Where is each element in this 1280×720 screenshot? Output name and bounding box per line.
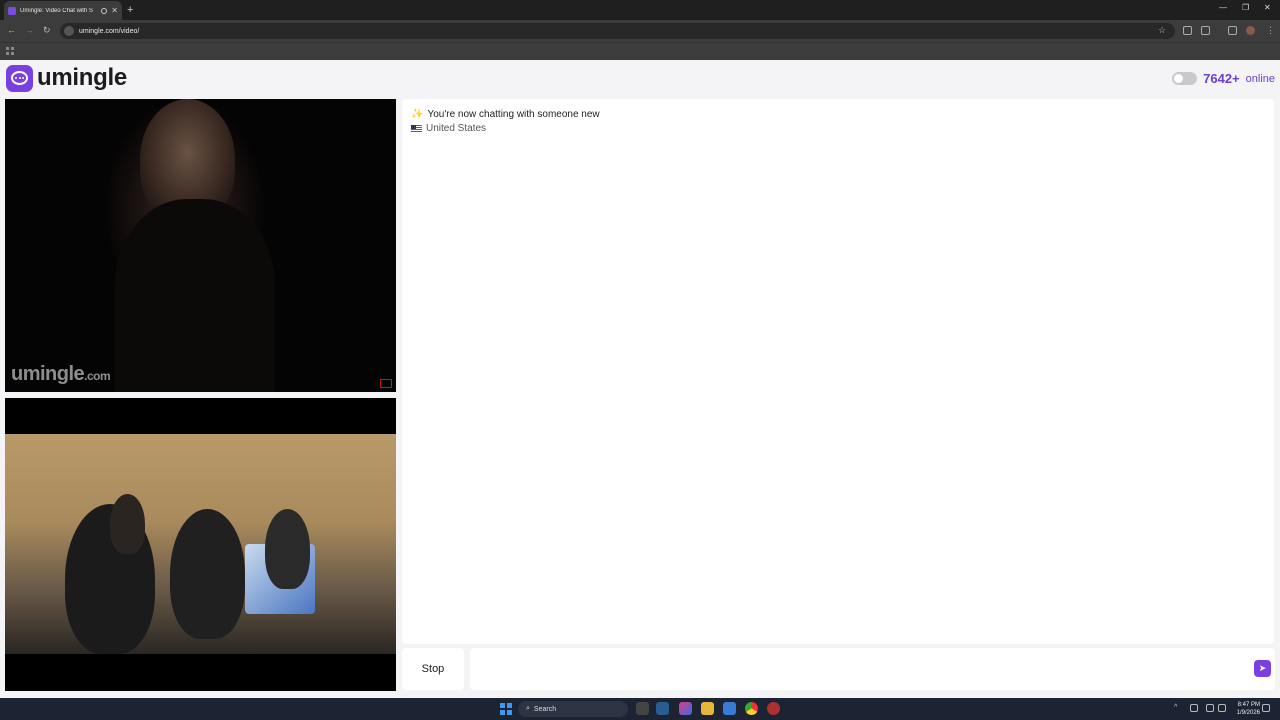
close-window-icon[interactable]: ✕ xyxy=(1264,3,1271,12)
clock-time: 8:47 PM xyxy=(1237,702,1260,708)
browser-tab[interactable]: Umingle: Video Chat with S ✕ xyxy=(4,1,122,20)
umingle-watermark: umingle.com xyxy=(11,363,111,386)
tab-title: Umingle: Video Chat with S xyxy=(20,7,93,14)
mic-icon[interactable] xyxy=(1190,704,1198,712)
task-view-icon[interactable] xyxy=(636,702,649,715)
stranger-body xyxy=(115,199,275,392)
forward-icon[interactable]: → xyxy=(25,25,34,35)
page: umingle 7642+ online umingle.com ✨ You'r… xyxy=(0,60,1280,698)
apps-grid-icon[interactable] xyxy=(6,47,14,55)
person-middle xyxy=(170,509,245,639)
country-message: United States xyxy=(411,123,486,134)
store-icon[interactable] xyxy=(723,702,736,715)
chat-panel: ✨ You're now chatting with someone new U… xyxy=(402,99,1274,644)
steam-icon[interactable] xyxy=(656,702,669,715)
windows-start-icon[interactable] xyxy=(500,703,512,715)
online-label: online xyxy=(1245,72,1275,85)
reload-icon[interactable]: ↻ xyxy=(43,25,51,36)
recording-icon xyxy=(101,7,108,14)
stranger-video: umingle.com xyxy=(5,99,396,392)
stop-button[interactable]: Stop xyxy=(402,648,464,690)
message-input[interactable]: ➤ xyxy=(470,648,1275,690)
chat-bubble-logo-icon xyxy=(6,64,33,92)
bookmarks-bar xyxy=(0,42,1280,60)
taskbar-search-label: Search xyxy=(533,705,557,713)
chrome-icon[interactable] xyxy=(745,702,758,715)
minimize-window-icon[interactable]: — xyxy=(1219,3,1227,12)
self-video xyxy=(5,398,396,691)
person-right xyxy=(265,509,310,589)
volume-icon[interactable] xyxy=(1218,704,1226,712)
watermark-suffix: .com xyxy=(84,369,111,383)
network-icon[interactable] xyxy=(1206,704,1214,712)
app-icon[interactable] xyxy=(767,702,780,715)
send-icon[interactable]: ➤ xyxy=(1254,660,1271,677)
us-flag-icon xyxy=(411,124,422,133)
clock-date: 1/9/2026 xyxy=(1236,710,1260,716)
watermark-main: umingle xyxy=(11,363,85,385)
restore-window-icon[interactable]: ❐ xyxy=(1242,3,1249,12)
site-logo[interactable]: umingle xyxy=(6,64,127,92)
bookmark-star-icon[interactable]: ☆ xyxy=(1158,25,1166,36)
country-text: United States xyxy=(426,123,487,134)
copilot-icon[interactable] xyxy=(679,702,692,715)
browser-toolbar: ← → ↻ umingle.com/video/ ☆ ⋮ xyxy=(0,20,1280,42)
taskbar-search[interactable]: ⌕ Search xyxy=(518,701,628,717)
address-bar[interactable]: umingle.com/video/ xyxy=(60,23,1175,39)
url-text: umingle.com/video/ xyxy=(79,27,140,35)
close-tab-icon[interactable]: ✕ xyxy=(111,6,118,15)
search-icon: ⌕ xyxy=(526,705,530,712)
report-flag-icon[interactable] xyxy=(380,379,392,388)
person-back xyxy=(110,494,145,554)
sparkles-icon: ✨ xyxy=(411,109,424,120)
tray-chevron-icon[interactable]: ^ xyxy=(1174,704,1182,712)
notifications-icon[interactable] xyxy=(1262,704,1270,712)
self-video-frame xyxy=(5,434,396,654)
clock[interactable]: 8:47 PM 1/9/2026 xyxy=(1237,701,1260,717)
theme-toggle[interactable] xyxy=(1172,72,1198,85)
media-icon[interactable] xyxy=(1228,26,1237,35)
os-taskbar: ⌕ Search ^ 8:47 PM 1/9/2026 xyxy=(0,698,1280,720)
site-favicon-icon xyxy=(8,6,16,15)
online-count: 7642+ xyxy=(1203,71,1240,86)
menu-kebab-icon[interactable]: ⋮ xyxy=(1266,25,1275,36)
file-explorer-icon[interactable] xyxy=(701,702,714,715)
site-info-icon[interactable] xyxy=(64,26,74,36)
back-icon[interactable]: ← xyxy=(7,25,16,35)
online-indicator: 7642+ online xyxy=(1172,71,1275,86)
logo-text: umingle xyxy=(37,64,127,91)
cast-icon[interactable] xyxy=(1201,26,1210,35)
system-message-text: You're now chatting with someone new xyxy=(427,109,600,120)
system-message: ✨ You're now chatting with someone new xyxy=(411,109,600,120)
extension-icon[interactable] xyxy=(1183,26,1192,35)
new-tab-button[interactable]: + xyxy=(127,3,133,17)
browser-tab-bar: Umingle: Video Chat with S ✕ + — ❐ ✕ xyxy=(0,0,1280,20)
profile-avatar-icon[interactable] xyxy=(1246,26,1255,35)
